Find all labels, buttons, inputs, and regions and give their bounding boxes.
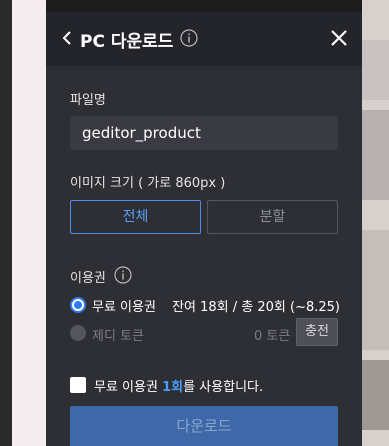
dialog-header: PC 다운로드 <box>46 12 362 66</box>
agree-prefix: 무료 이용권 <box>94 380 163 395</box>
filename-label: 파일명 <box>70 93 106 108</box>
radio-dot <box>74 301 82 309</box>
agree-suffix: 를 사용합니다. <box>183 380 264 395</box>
info-icon[interactable] <box>114 266 132 284</box>
filename-field[interactable]: geditor_product <box>70 116 338 150</box>
size-option-split[interactable]: 분할 <box>207 200 338 234</box>
info-icon[interactable] <box>180 29 198 47</box>
agree-label: 무료 이용권 1회를 사용합니다. <box>94 376 263 395</box>
background-page-right <box>362 0 389 446</box>
background-thumbnail <box>362 40 389 100</box>
token-radio[interactable] <box>70 325 86 341</box>
background-shade <box>0 0 12 446</box>
image-size-label: 이미지 크기 ( 가로 860px ) <box>70 176 226 191</box>
free-license-radio[interactable] <box>70 297 86 313</box>
chevron-left-icon[interactable] <box>60 26 74 50</box>
charge-button[interactable]: 충전 <box>296 318 338 346</box>
remaining-count: 잔여 18회 / 총 20회 (~8.25) <box>172 300 340 315</box>
token-label: 제디 토큰 <box>92 329 144 344</box>
agree-checkbox[interactable] <box>70 377 86 393</box>
background-thumbnail <box>362 230 389 350</box>
license-label: 이용권 <box>70 271 106 286</box>
close-icon[interactable] <box>328 27 350 49</box>
download-button[interactable]: 다운로드 <box>70 406 338 446</box>
free-license-label: 무료 이용권 <box>92 300 156 315</box>
agree-count: 1회 <box>162 380 184 395</box>
background-thumbnail <box>362 110 389 200</box>
token-count: 0 토큰 <box>254 329 291 344</box>
size-option-all[interactable]: 전체 <box>70 200 201 234</box>
pc-download-dialog: PC 다운로드 파일명 geditor_product 이미지 크기 ( 가로 … <box>46 12 362 446</box>
dialog-title: PC 다운로드 <box>80 32 174 52</box>
background-page-left <box>0 0 46 446</box>
background-thumbnail <box>362 360 389 430</box>
